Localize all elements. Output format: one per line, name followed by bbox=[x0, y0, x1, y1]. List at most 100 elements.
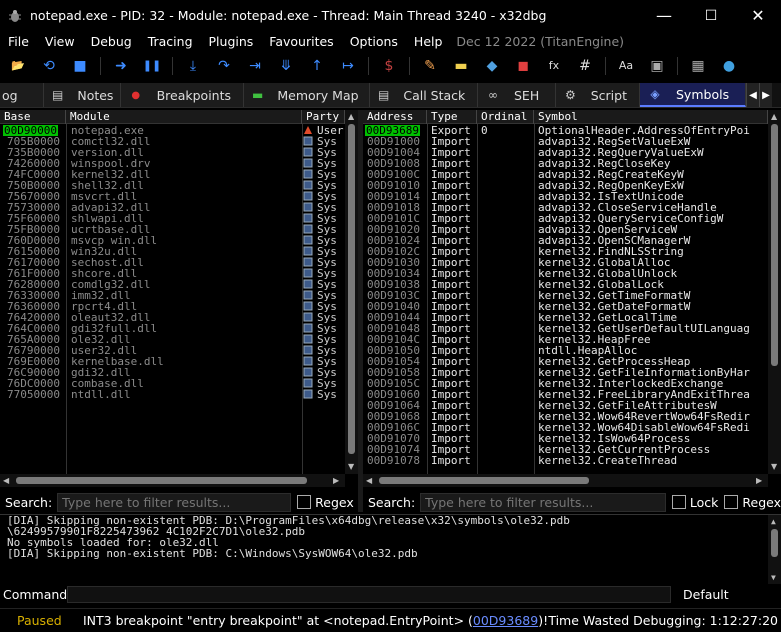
memory-icon[interactable]: ▣ bbox=[646, 55, 668, 77]
column-header-type[interactable]: Type bbox=[427, 110, 477, 124]
symbol-row[interactable]: 00D91008 Import advapi32.RegCloseKey bbox=[363, 158, 768, 169]
menu-options[interactable]: Options bbox=[342, 34, 406, 49]
module-row[interactable]: 76150000 win32u.dll Sys bbox=[0, 246, 345, 257]
module-row[interactable]: 76360000 rpcrt4.dll Sys bbox=[0, 301, 345, 312]
menu-favourites[interactable]: Favourites bbox=[261, 34, 341, 49]
log-scroll-thumb[interactable] bbox=[771, 529, 778, 557]
font-icon[interactable]: Aa bbox=[615, 55, 637, 77]
symbol-row[interactable]: 00D91048 Import kernel32.GetUserDefaultUIL… bbox=[363, 323, 768, 334]
module-row[interactable]: 76330000 imm32.dll Sys bbox=[0, 290, 345, 301]
menu-tracing[interactable]: Tracing bbox=[140, 34, 201, 49]
log-vertical-scrollbar[interactable]: ▲ ▼ bbox=[768, 515, 781, 585]
module-row[interactable]: 77050000 ntdll.dll Sys bbox=[0, 389, 345, 400]
regex-checkbox[interactable] bbox=[724, 495, 739, 509]
column-header-symbol[interactable]: Symbol bbox=[534, 110, 768, 124]
module-row[interactable]: 760D0000 msvcp_win.dll Sys bbox=[0, 235, 345, 246]
symbol-row[interactable]: 00D91074 Import kernel32.GetCurrentProcess bbox=[363, 444, 768, 455]
modules-vertical-scrollbar[interactable]: ▲ ▼ bbox=[345, 110, 358, 474]
scroll-up-arrow-icon[interactable]: ▲ bbox=[348, 112, 354, 121]
symbol-row[interactable]: 00D9105C Import kernel32.InterlockedExchan… bbox=[363, 378, 768, 389]
symbols-horizontal-scrollbar[interactable]: ◀ ▶ bbox=[363, 474, 768, 487]
stop-icon[interactable]: ■ bbox=[69, 55, 91, 77]
scroll-down-arrow-icon[interactable]: ▼ bbox=[348, 462, 354, 471]
patch-icon[interactable]: ✎ bbox=[419, 55, 441, 77]
open-icon[interactable]: 📂 bbox=[7, 55, 29, 77]
modules-scroll-thumb[interactable] bbox=[348, 124, 355, 454]
symbols-vertical-scrollbar[interactable]: ▲ ▼ bbox=[768, 110, 781, 474]
function-icon[interactable]: fx bbox=[543, 55, 565, 77]
module-row[interactable]: 76C90000 gdi32.dll Sys bbox=[0, 367, 345, 378]
modules-hscroll-thumb[interactable] bbox=[16, 477, 307, 484]
module-row[interactable]: 74FC0000 kernel32.dll Sys bbox=[0, 169, 345, 180]
script-icon[interactable]: $ bbox=[378, 55, 400, 77]
symbol-row[interactable]: 00D91040 Import kernel32.GetDateFormatW bbox=[363, 301, 768, 312]
modules-horizontal-scrollbar[interactable]: ◀ ▶ bbox=[0, 474, 345, 487]
symbol-row[interactable]: 00D91010 Import advapi32.RegOpenKeyExW bbox=[363, 180, 768, 191]
execute-till-return-icon[interactable]: ↑ bbox=[306, 55, 328, 77]
symbol-row[interactable]: 00D91024 Import advapi32.OpenSCManagerW bbox=[363, 235, 768, 246]
globe-icon[interactable]: ● bbox=[718, 55, 740, 77]
scroll-down-arrow-icon[interactable]: ▼ bbox=[771, 462, 777, 471]
menu-debug[interactable]: Debug bbox=[83, 34, 140, 49]
trace-over-icon[interactable]: ⤋ bbox=[275, 55, 297, 77]
label-icon[interactable]: ◆ bbox=[481, 55, 503, 77]
pause-icon[interactable]: ❚❚ bbox=[141, 55, 163, 77]
close-button[interactable]: ✕ bbox=[735, 0, 781, 31]
symbol-row[interactable]: 00D91018 Import advapi32.CloseServiceHandl… bbox=[363, 202, 768, 213]
module-row[interactable]: 75F60000 shlwapi.dll Sys bbox=[0, 213, 345, 224]
menu-plugins[interactable]: Plugins bbox=[201, 34, 262, 49]
scroll-right-arrow-icon[interactable]: ▶ bbox=[333, 476, 339, 485]
menu-file[interactable]: File bbox=[0, 34, 37, 49]
column-header-address[interactable]: Address bbox=[363, 110, 427, 124]
symbol-row[interactable]: 00D91064 Import kernel32.GetFileAttributes… bbox=[363, 400, 768, 411]
step-into-icon[interactable]: ⤓ bbox=[182, 55, 204, 77]
scroll-up-arrow-icon[interactable]: ▲ bbox=[771, 112, 777, 121]
module-row[interactable]: 761F0000 shcore.dll Sys bbox=[0, 268, 345, 279]
column-header-party[interactable]: Party bbox=[302, 110, 345, 124]
symbols-scroll-thumb[interactable] bbox=[771, 124, 778, 366]
module-row[interactable]: 76170000 sechost.dll Sys bbox=[0, 257, 345, 268]
symbols-search-input[interactable] bbox=[420, 492, 666, 512]
tab-notes[interactable]: ▤ Notes bbox=[44, 83, 121, 107]
module-row[interactable]: 750B0000 shell32.dll Sys bbox=[0, 180, 345, 191]
tab-memory-map[interactable]: ▬ Memory Map bbox=[244, 83, 370, 107]
module-row[interactable]: 75670000 msvcrt.dll Sys bbox=[0, 191, 345, 202]
tab-seh[interactable]: ∞ SEH bbox=[478, 83, 556, 107]
tab-breakpoints[interactable]: ● Breakpoints bbox=[121, 83, 244, 107]
scroll-left-arrow-icon[interactable]: ◀ bbox=[3, 476, 9, 485]
module-row[interactable]: 75FB0000 ucrtbase.dll Sys bbox=[0, 224, 345, 235]
symbol-row[interactable]: 00D91058 Import kernel32.GetFileInformatio… bbox=[363, 367, 768, 378]
tab-call-stack[interactable]: ▤ Call Stack bbox=[370, 83, 478, 107]
module-row[interactable]: 769E0000 kernelbase.dll Sys bbox=[0, 356, 345, 367]
lock-checkbox[interactable] bbox=[671, 495, 686, 509]
symbol-row[interactable]: 00D9102C Import kernel32.FindNLSString bbox=[363, 246, 768, 257]
module-row[interactable]: 76420000 oleaut32.dll Sys bbox=[0, 312, 345, 323]
symbol-row[interactable]: 00D91004 Import advapi32.RegQueryValueExW bbox=[363, 147, 768, 158]
symbol-row[interactable]: 00D9101C Import advapi32.QueryServiceConfi… bbox=[363, 213, 768, 224]
symbol-row[interactable]: 00D91038 Import kernel32.GlobalLock bbox=[363, 279, 768, 290]
column-header-ordinal[interactable]: Ordinal bbox=[477, 110, 534, 124]
module-row[interactable]: 764C0000 gdi32full.dll Sys bbox=[0, 323, 345, 334]
command-type-select[interactable]: Default bbox=[683, 587, 729, 602]
entry-address-link[interactable]: 00D93689 bbox=[473, 613, 538, 628]
symbol-row[interactable]: 00D91020 Import advapi32.OpenServiceW bbox=[363, 224, 768, 235]
comment-icon[interactable]: ▬ bbox=[450, 55, 472, 77]
restart-icon[interactable]: ⟲ bbox=[38, 55, 60, 77]
bookmark-icon[interactable]: ◼ bbox=[512, 55, 534, 77]
symbol-row[interactable]: 00D9106C Import kernel32.Wow64DisableWow64… bbox=[363, 422, 768, 433]
module-row[interactable]: 705B0000 comctl32.dll Sys bbox=[0, 136, 345, 147]
log-output[interactable]: [DIA] Skipping non-existent PDB: D:\Prog… bbox=[0, 514, 781, 585]
symbol-row[interactable]: 00D93689 Export 0 OptionalHeader.AddressOfE… bbox=[363, 125, 768, 136]
symbol-row[interactable]: 00D91030 Import kernel32.GlobalAlloc bbox=[363, 257, 768, 268]
symbol-row[interactable]: 00D91034 Import kernel32.GlobalUnlock bbox=[363, 268, 768, 279]
tab-log[interactable]: og bbox=[0, 83, 44, 107]
scroll-left-arrow-icon[interactable]: ◀ bbox=[366, 476, 372, 485]
run-to-user-code-icon[interactable]: ↦ bbox=[337, 55, 359, 77]
calculator-icon[interactable]: ▦ bbox=[687, 55, 709, 77]
module-row[interactable]: 76280000 comdlg32.dll Sys bbox=[0, 279, 345, 290]
hash-icon[interactable]: # bbox=[574, 55, 596, 77]
maximize-button[interactable]: ☐ bbox=[688, 0, 734, 31]
column-header-module[interactable]: Module bbox=[66, 110, 302, 124]
tab-scroll-right-button[interactable]: ▶ bbox=[759, 83, 772, 107]
module-row[interactable]: 76DC0000 combase.dll Sys bbox=[0, 378, 345, 389]
